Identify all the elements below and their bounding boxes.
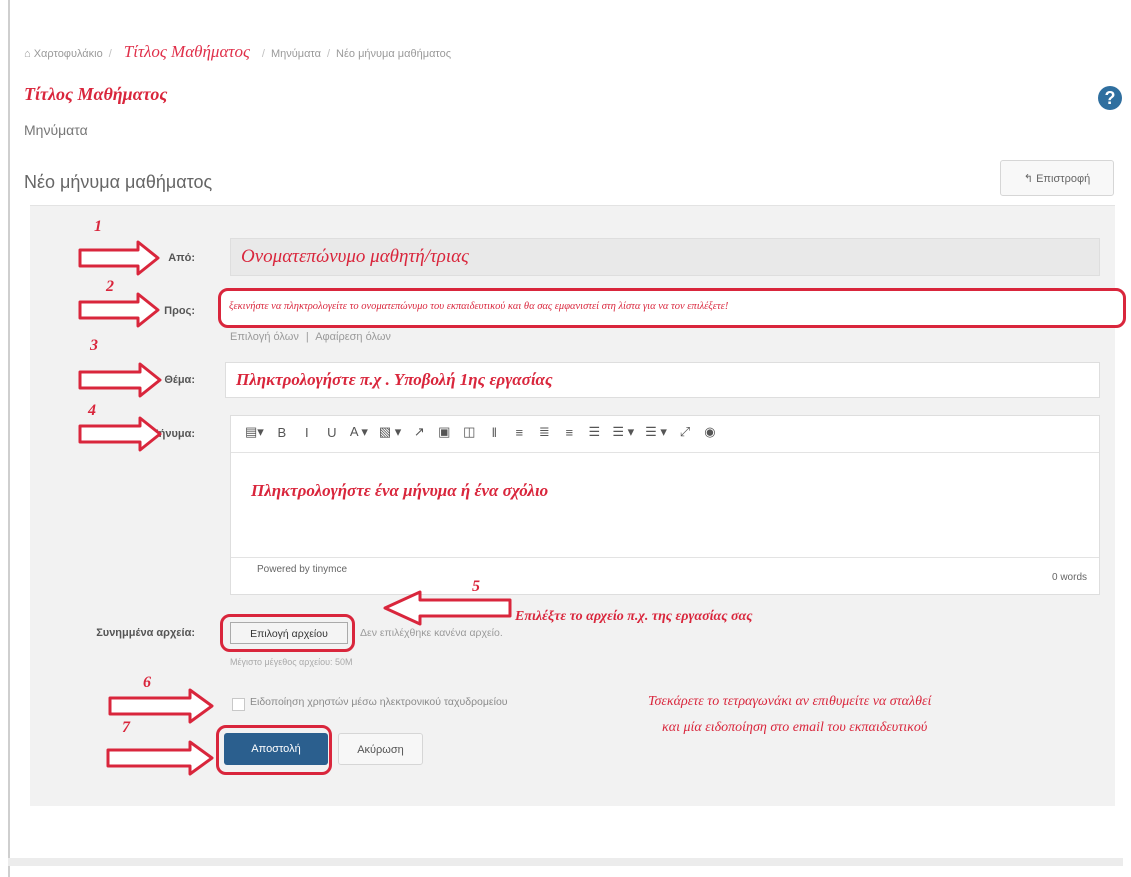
arrow-left-5 bbox=[383, 590, 512, 626]
attach-annotation: Επιλέξτε το αρχείο π.χ. της εργασίας σας bbox=[515, 609, 753, 624]
notify-annotation-line1: Τσεκάρετε το τετραγωνάκι αν επιθυμείτε ν… bbox=[648, 694, 932, 709]
arrow-right-3 bbox=[78, 362, 162, 398]
annotation-arrows bbox=[78, 240, 512, 776]
step-number-2: 2 bbox=[106, 278, 114, 295]
arrow-right-2 bbox=[78, 292, 160, 328]
step-number-5: 5 bbox=[472, 578, 480, 595]
step-number-3: 3 bbox=[90, 337, 98, 354]
step-number-1: 1 bbox=[94, 218, 102, 235]
arrow-right-4 bbox=[78, 416, 162, 452]
step-number-6: 6 bbox=[143, 674, 151, 691]
arrow-right-1 bbox=[78, 240, 160, 276]
notify-annotation-line2: και μία ειδοποίηση στο email του εκπαιδε… bbox=[662, 720, 928, 735]
step-number-7: 7 bbox=[122, 719, 130, 736]
arrow-right-6 bbox=[108, 688, 214, 724]
frame-bottom-border bbox=[8, 858, 1123, 866]
arrow-right-7 bbox=[106, 740, 214, 776]
step-number-4: 4 bbox=[88, 402, 96, 419]
